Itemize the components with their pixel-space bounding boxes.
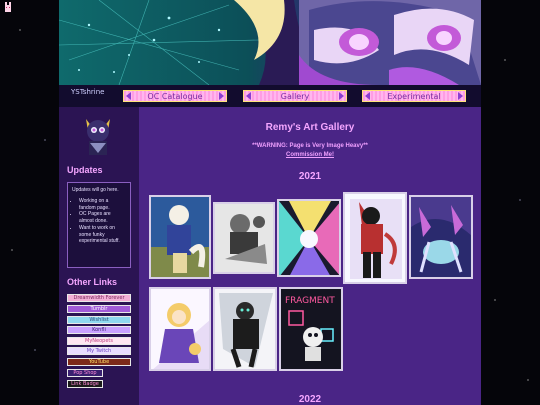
nav-button-oc-catalogue[interactable]: OC Catalogue: [123, 90, 227, 102]
link-button-badge[interactable]: Link Badge: [67, 380, 103, 388]
gallery-thumbnail[interactable]: [213, 202, 275, 274]
header-banner: [59, 0, 481, 85]
updates-title: Updates: [67, 165, 103, 175]
link-button-myneopets[interactable]: MyNeopets: [67, 337, 131, 345]
page-container: YSTshrine OC Catalogue Gallery Experimen…: [59, 0, 481, 405]
list-item: Working on a fandom page.: [79, 198, 126, 212]
link-button-wishlist[interactable]: Wishlist: [67, 316, 131, 324]
arrow-right-icon: [219, 92, 224, 100]
list-item: Want to work on some funky experimental …: [79, 225, 126, 245]
gallery-main: Remy's Art Gallery **WARNING: Page is Ve…: [139, 107, 481, 405]
gallery-thumbnail[interactable]: [149, 287, 211, 371]
banner-artwork: [59, 0, 481, 85]
site-logo[interactable]: YSTshrine: [71, 88, 105, 96]
arrow-right-icon: [339, 92, 344, 100]
arrow-left-icon: [365, 92, 370, 100]
updates-box: Updates will go here. Working on a fando…: [67, 182, 131, 268]
nav-button-label: Gallery: [280, 91, 310, 101]
gallery-thumbnail[interactable]: [343, 192, 407, 284]
link-button-pop-shop[interactable]: Pop Shop: [67, 369, 103, 377]
link-button-tumblr[interactable]: Tumblr: [67, 305, 131, 313]
page-title: Remy's Art Gallery: [265, 122, 355, 133]
gallery-thumbnail[interactable]: [277, 199, 341, 277]
link-button-twitch[interactable]: My Twitch: [67, 347, 131, 355]
gallery-thumbnail[interactable]: [213, 287, 277, 371]
nav-button-gallery[interactable]: Gallery: [243, 90, 347, 102]
warning-text: **WARNING: Page is Very Image Heavy**: [252, 143, 368, 149]
link-button-youtube[interactable]: YouTube: [67, 358, 131, 366]
commission-link[interactable]: Commission Me!: [139, 152, 481, 158]
list-item: OC Pages are almost done.: [79, 211, 126, 225]
link-button-konfli[interactable]: Konfli: [67, 326, 131, 334]
year-heading-2021: 2021: [298, 171, 322, 182]
bunny-icon[interactable]: [2, 2, 14, 14]
gallery-thumbnail[interactable]: [149, 195, 211, 279]
arrow-right-icon: [458, 92, 463, 100]
avatar-image: [86, 119, 110, 155]
nav-button-experimental[interactable]: Experimental: [362, 90, 466, 102]
updates-intro: Updates will go here.: [72, 187, 119, 193]
other-links-title: Other Links: [67, 277, 118, 287]
nav-bar: YSTshrine OC Catalogue Gallery Experimen…: [59, 85, 481, 107]
link-button-dreamwidth[interactable]: Dreamwidth Forever: [67, 294, 131, 302]
year-heading-2022: 2022: [298, 394, 322, 405]
svg-text:FRAGMENT: FRAGMENT: [285, 296, 335, 306]
updates-list: Working on a fandom page. OC Pages are a…: [72, 198, 126, 245]
nav-button-label: OC Catalogue: [147, 91, 203, 101]
arrow-left-icon: [126, 92, 131, 100]
nav-button-label: Experimental: [387, 91, 441, 101]
gallery-thumbnail[interactable]: [409, 195, 473, 279]
gallery-thumbnail[interactable]: FRAGMENT: [279, 287, 343, 371]
sidebar: Updates Updates will go here. Working on…: [59, 107, 139, 405]
arrow-left-icon: [246, 92, 251, 100]
